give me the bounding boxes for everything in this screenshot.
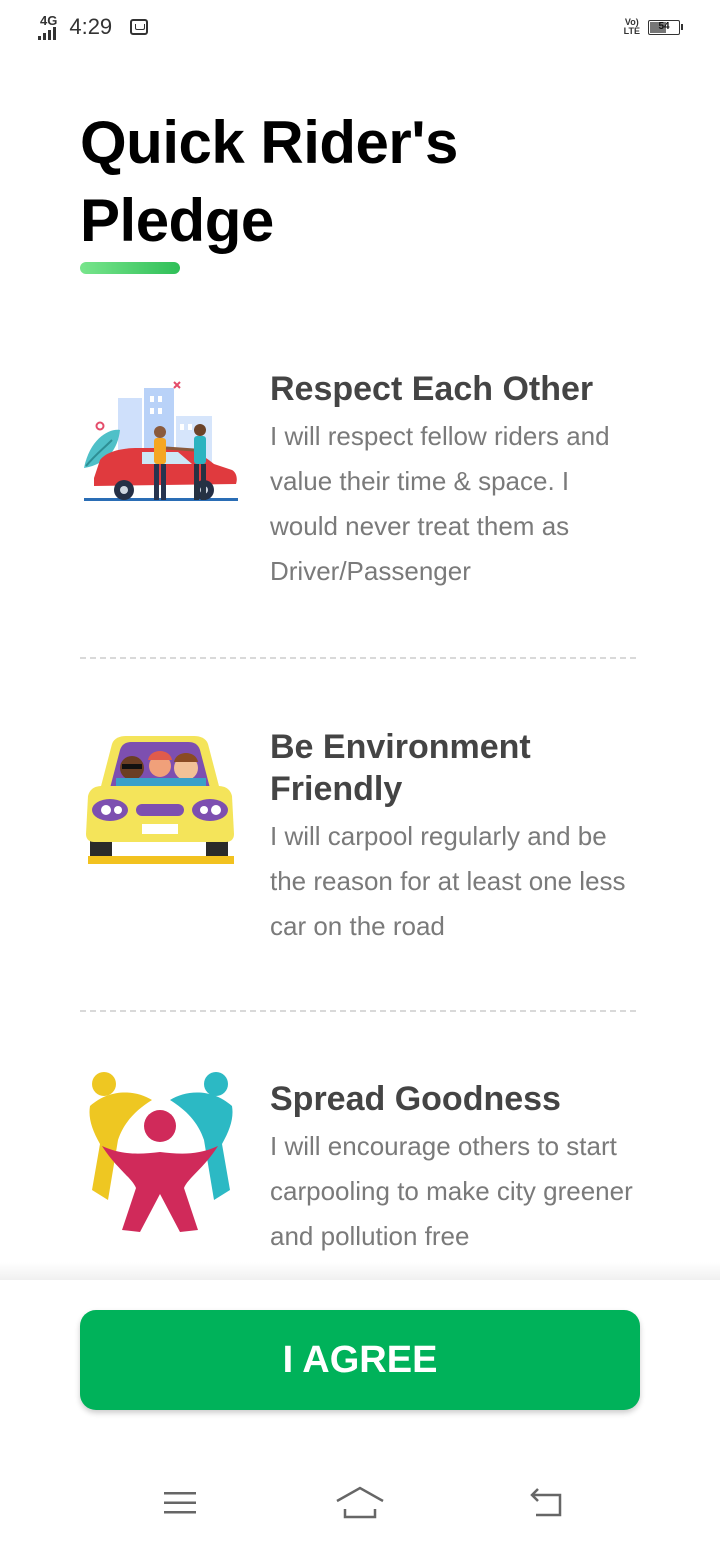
pledge-text: Respect Each Other I will respect fellow…: [270, 368, 640, 594]
back-icon[interactable]: [518, 1478, 578, 1528]
bottom-panel-shadow: [0, 1262, 720, 1280]
home-icon[interactable]: [330, 1478, 390, 1528]
status-bar-right: Vo) LTE 54: [623, 17, 683, 36]
pledge-description: I will carpool regularly and be the reas…: [270, 821, 626, 941]
status-bar: 4G 4:29 Vo) LTE 54: [0, 0, 720, 56]
pledge-heading: Respect Each Other: [270, 370, 594, 408]
clock: 4:29: [69, 14, 113, 39]
agree-button[interactable]: I AGREE: [80, 1310, 640, 1410]
handshake-car-illustration-icon: [80, 368, 242, 538]
divider: [80, 657, 636, 659]
menu-icon[interactable]: [150, 1478, 210, 1528]
pledge-heading: Spread Goodness: [270, 1080, 561, 1118]
people-community-illustration-icon: [80, 1070, 242, 1240]
battery-icon: 54: [648, 19, 683, 35]
signal-icon: [38, 26, 56, 40]
divider: [80, 1010, 636, 1012]
status-bar-left: 4G 4:29: [38, 12, 149, 40]
pledge-heading: Be Environment Friendly: [270, 728, 531, 808]
network-type: 4G: [40, 12, 58, 28]
battery-level: 54: [658, 20, 670, 32]
network-indicator: 4G: [38, 12, 58, 40]
pledge-text: Spread Goodness I will encourage others …: [270, 1078, 640, 1259]
page-title: Quick Rider's Pledge: [80, 109, 458, 254]
message-notification-icon: [130, 19, 149, 35]
volte-icon: Vo) LTE: [623, 17, 640, 36]
pledge-description: I will respect fellow riders and value t…: [270, 421, 610, 586]
carpool-car-illustration-icon: [80, 730, 242, 900]
pledge-description: I will encourage others to start carpool…: [270, 1131, 633, 1251]
system-navigation-bar: [0, 1460, 720, 1544]
title-underline: [80, 262, 180, 274]
pledge-text: Be Environment Friendly I will carpool r…: [270, 726, 640, 949]
